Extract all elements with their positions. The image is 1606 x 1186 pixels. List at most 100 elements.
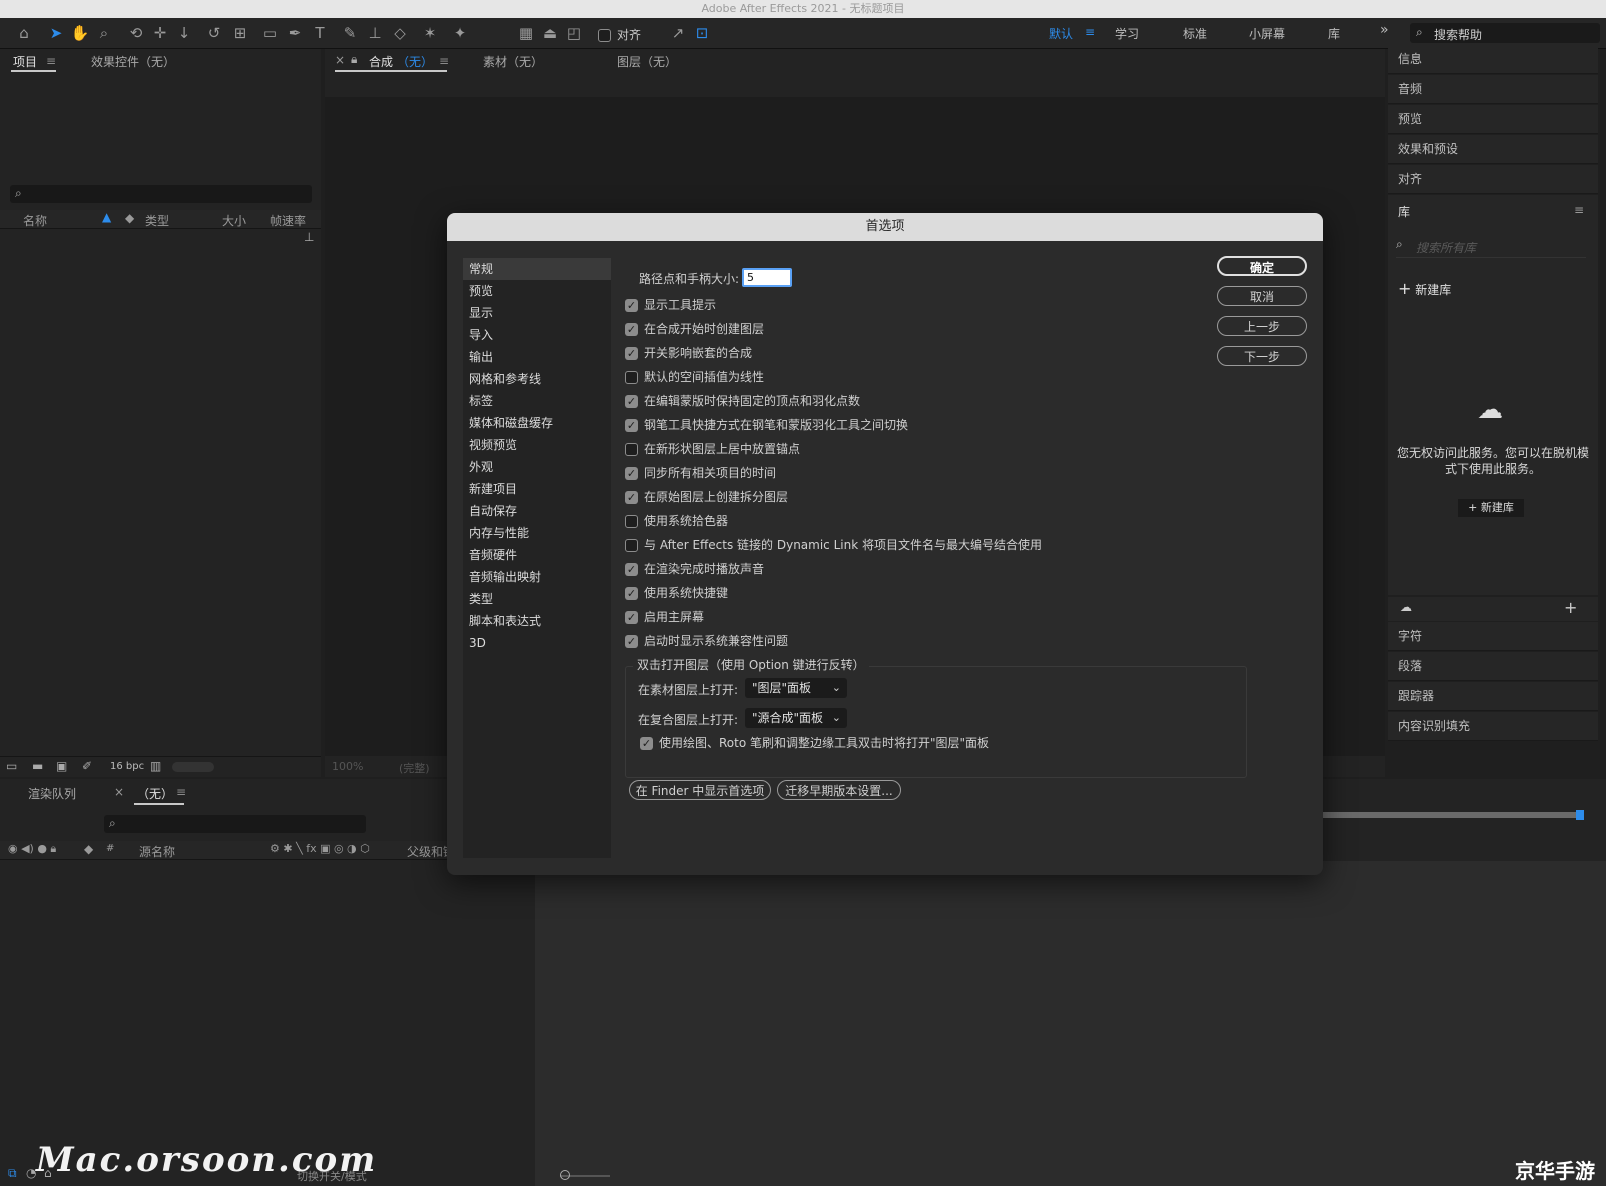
sidebar-item[interactable]: 视频预览 <box>463 434 611 456</box>
option-checkbox[interactable]: ✓ <box>625 635 638 648</box>
stamp-tool-icon[interactable]: ⊥ <box>365 23 385 43</box>
anchor-tool-icon[interactable]: ⊞ <box>230 23 250 43</box>
col-size[interactable]: 大小 <box>222 212 246 229</box>
sidebar-item[interactable]: 自动保存 <box>463 500 611 522</box>
time-navigator-bar[interactable] <box>1320 812 1582 818</box>
sidebar-item[interactable]: 音频输出映射 <box>463 566 611 588</box>
preference-option[interactable]: ✓ 启用主屏幕 <box>625 607 704 627</box>
option-checkbox[interactable]: ✓ <box>625 587 638 600</box>
bit-depth-label[interactable]: 16 bpc <box>110 761 144 772</box>
col-type[interactable]: 类型 <box>145 212 169 229</box>
tab-footage[interactable]: 素材（无） <box>483 53 543 70</box>
new-library-button[interactable]: + 新建库 <box>1458 499 1524 517</box>
preference-option[interactable]: ✓ 显示工具提示 <box>625 295 716 315</box>
grid-icon[interactable]: ▦ <box>516 23 536 43</box>
paint-double-click-option[interactable]: ✓ 使用绘图、Roto 笔刷和调整边缘工具双击时将打开"图层"面板 <box>640 733 989 753</box>
preference-option[interactable]: 与 After Effects 链接的 Dynamic Link 将项目文件名与… <box>625 535 1042 555</box>
sidebar-item[interactable]: 内存与性能 <box>463 522 611 544</box>
home-icon[interactable]: ⌂ <box>14 23 34 43</box>
trash-icon[interactable]: ▥ <box>150 759 161 773</box>
sidebar-item[interactable]: 新建项目 <box>463 478 611 500</box>
selection-tool-icon[interactable]: ➤ <box>46 23 66 43</box>
lock-icon[interactable]: 🔒︎ <box>351 52 357 67</box>
option-checkbox[interactable]: ✓ <box>625 563 638 576</box>
resolution-dropdown[interactable]: (完整) <box>399 760 430 776</box>
workspace-small-screen[interactable]: 小屏幕 <box>1249 25 1285 42</box>
library-search-input[interactable]: ⌕ 搜索所有库 <box>1396 237 1586 258</box>
av-switches-icon[interactable]: ◉ ◀) ● 🔒︎ <box>8 842 56 856</box>
footage-open-select[interactable]: "图层"面板 ⌄ <box>745 678 847 698</box>
roto-tool-icon[interactable]: ✶ <box>420 23 440 43</box>
option-checkbox[interactable]: ✓ <box>625 323 638 336</box>
sidebar-item[interactable]: 类型 <box>463 588 611 610</box>
sidebar-item[interactable]: 外观 <box>463 456 611 478</box>
project-settings-icon[interactable]: ✐ <box>82 759 92 773</box>
close-icon[interactable]: × <box>114 785 124 799</box>
next-button[interactable]: 下一步 <box>1217 346 1307 366</box>
option-checkbox[interactable]: ✓ <box>625 467 638 480</box>
flowchart-icon[interactable]: ⊥ <box>304 230 314 244</box>
sidebar-item[interactable]: 3D <box>463 632 611 654</box>
panel-info[interactable]: 信息 <box>1388 45 1598 74</box>
panel-tracker[interactable]: 跟踪器 <box>1388 682 1598 711</box>
sidebar-item[interactable]: 网格和参考线 <box>463 368 611 390</box>
tab-timeline-none[interactable]: （无） <box>137 785 173 802</box>
option-checkbox[interactable]: ✓ <box>625 419 638 432</box>
preference-option[interactable]: ✓ 在合成开始时创建图层 <box>625 319 764 339</box>
option-checkbox[interactable]: ✓ <box>625 395 638 408</box>
col-name[interactable]: 名称 <box>23 212 47 229</box>
panel-menu-icon[interactable]: ≡ <box>439 54 449 68</box>
panel-menu-icon[interactable]: ≡ <box>46 54 56 68</box>
cloud-sync-icon[interactable]: ☁ <box>1400 600 1412 614</box>
workspace-learn[interactable]: 学习 <box>1115 25 1139 42</box>
panel-character[interactable]: 字符 <box>1388 622 1598 651</box>
brush-tool-icon[interactable]: ✎ <box>340 23 360 43</box>
panel-paragraph[interactable]: 段落 <box>1388 652 1598 681</box>
rectangle-tool-icon[interactable]: ▭ <box>260 23 280 43</box>
project-search-input[interactable]: ⌕ <box>10 185 312 203</box>
sidebar-item[interactable]: 显示 <box>463 302 611 324</box>
label-tag-icon[interactable]: ◆ <box>125 211 134 225</box>
workspace-standard[interactable]: 标准 <box>1183 25 1207 42</box>
workspace-library[interactable]: 库 <box>1328 25 1340 42</box>
align-checkbox-box[interactable] <box>598 29 611 42</box>
option-checkbox[interactable]: ✓ <box>625 491 638 504</box>
sidebar-item[interactable]: 标签 <box>463 390 611 412</box>
option-checkbox[interactable] <box>625 539 638 552</box>
preference-option[interactable]: ✓ 启动时显示系统兼容性问题 <box>625 631 788 651</box>
migrate-settings-button[interactable]: 迁移早期版本设置... <box>777 780 901 800</box>
render-time-icon[interactable]: ◔ <box>26 1166 36 1180</box>
align-checkbox[interactable]: 对齐 <box>598 26 641 43</box>
preference-option[interactable]: ✓ 在编辑蒙版时保持固定的顶点和羽化点数 <box>625 391 860 411</box>
timeline-search-input[interactable]: ⌕ <box>104 815 366 833</box>
comp-flowchart-icon[interactable]: ⧉ <box>8 1166 17 1181</box>
timeline-zoom-handle[interactable] <box>560 1170 570 1180</box>
sidebar-item[interactable]: 输出 <box>463 346 611 368</box>
panel-audio[interactable]: 音频 <box>1388 75 1598 104</box>
view-icon[interactable]: ◰ <box>564 23 584 43</box>
interpret-footage-icon[interactable]: ▭ <box>6 759 17 773</box>
previous-button[interactable]: 上一步 <box>1217 316 1307 336</box>
zoom-tool-icon[interactable]: ⌕ <box>94 23 114 43</box>
snapping-mode-icon[interactable]: ⊡ <box>692 23 712 43</box>
preference-option[interactable]: ✓ 开关影响嵌套的合成 <box>625 343 752 363</box>
new-composition-icon[interactable]: ▣ <box>56 759 67 773</box>
option-checkbox[interactable]: ✓ <box>625 299 638 312</box>
tab-composition[interactable]: 合成 <box>369 53 393 70</box>
puppet-tool-icon[interactable]: ✦ <box>450 23 470 43</box>
option-checkbox[interactable] <box>625 515 638 528</box>
snap-icon[interactable]: ↗ <box>668 23 688 43</box>
camera-icon[interactable]: ⏏ <box>540 23 560 43</box>
eraser-tool-icon[interactable]: ◇ <box>390 23 410 43</box>
tab-project[interactable]: 项目 <box>13 53 37 70</box>
preference-option[interactable]: 默认的空间插值为线性 <box>625 367 764 387</box>
new-library-link[interactable]: + 新建库 <box>1398 279 1451 298</box>
tab-effect-controls[interactable]: 效果控件（无） <box>91 53 175 70</box>
tab-render-queue[interactable]: 渲染队列 <box>28 785 76 802</box>
comp-open-select[interactable]: "源合成"面板 ⌄ <box>745 708 847 728</box>
sidebar-item[interactable]: 音频硬件 <box>463 544 611 566</box>
preference-option[interactable]: ✓ 钢笔工具快捷方式在钢笔和蒙版羽化工具之间切换 <box>625 415 908 435</box>
preference-option[interactable]: ✓ 同步所有相关项目的时间 <box>625 463 776 483</box>
help-search-field[interactable]: ⌕ 搜索帮助 <box>1410 23 1600 43</box>
option-checkbox[interactable]: ✓ <box>625 611 638 624</box>
